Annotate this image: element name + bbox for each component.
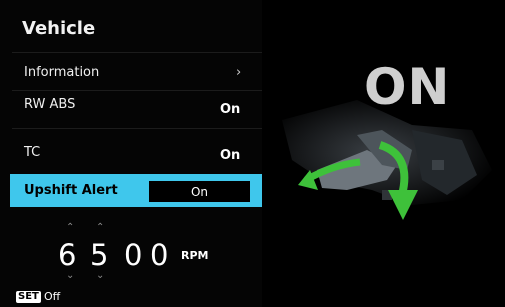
- gear-shift-illustration: [282, 100, 492, 220]
- menu-item-label: RW ABS: [24, 97, 76, 112]
- set-button-icon[interactable]: SET: [16, 291, 41, 303]
- bolt-shape: [432, 160, 444, 170]
- upshift-alert-row[interactable]: Upshift Alert On: [10, 174, 262, 207]
- caret-up-icon[interactable]: ⌃: [66, 222, 74, 233]
- vehicle-menu: Vehicle Information › RW ABS On TC On Up…: [0, 0, 262, 307]
- chevron-right-icon: ›: [236, 65, 242, 80]
- caret-down-icon[interactable]: ⌄: [96, 270, 104, 281]
- rpm-unit: RPM: [181, 249, 209, 262]
- menu-item-label: TC: [24, 145, 41, 160]
- menu-item-value: On: [220, 148, 241, 163]
- menu-title: Vehicle: [22, 18, 96, 39]
- rpm-digit[interactable]: 5: [90, 238, 108, 272]
- divider: [12, 52, 262, 53]
- arrow-shape: [388, 190, 418, 220]
- rpm-digit[interactable]: 0: [150, 238, 168, 272]
- upshift-alert-label: Upshift Alert: [24, 183, 118, 198]
- divider: [12, 90, 262, 91]
- divider: [12, 128, 262, 129]
- rpm-digit[interactable]: 6: [58, 238, 76, 272]
- menu-item-value: On: [220, 102, 241, 117]
- caret-down-icon[interactable]: ⌄: [66, 270, 74, 281]
- menu-item-label: Information: [24, 65, 100, 80]
- set-status: Off: [44, 290, 61, 303]
- caret-up-icon[interactable]: ⌃: [96, 222, 104, 233]
- rpm-digit[interactable]: 0: [124, 238, 142, 272]
- upshift-alert-value[interactable]: On: [149, 181, 250, 202]
